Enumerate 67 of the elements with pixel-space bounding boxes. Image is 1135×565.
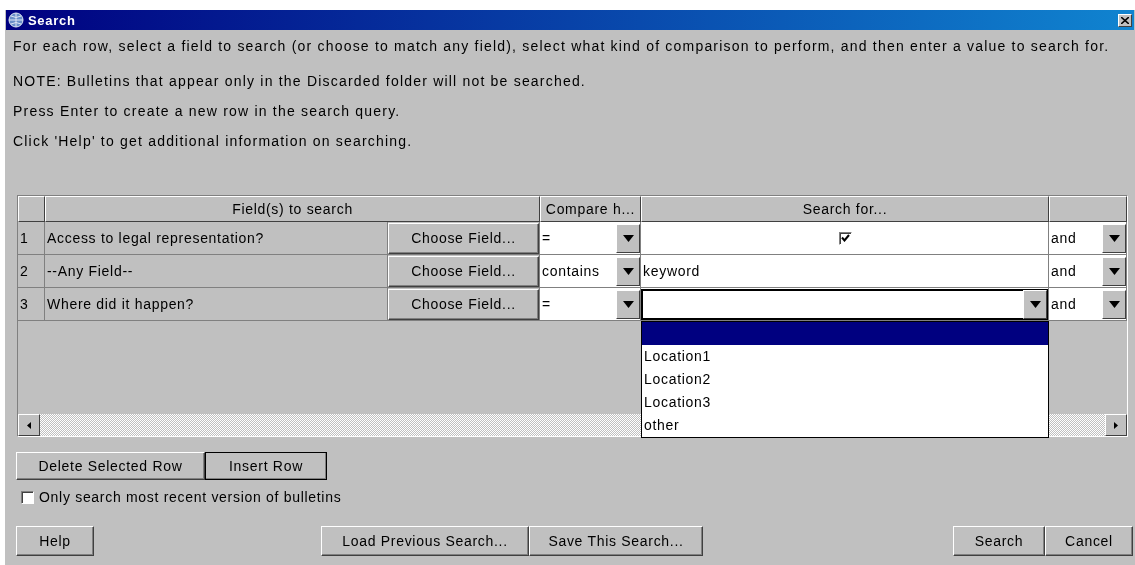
dropdown-value: and (1050, 263, 1078, 279)
connector-dropdown[interactable]: and (1049, 255, 1126, 287)
help-button[interactable]: Help (16, 526, 94, 556)
left-arrow-icon (27, 421, 31, 429)
header-cell (18, 196, 45, 222)
caret-icon (1108, 267, 1120, 275)
table-cell: --Any Field-- (45, 255, 388, 288)
connector-dropdown[interactable]: and (1049, 288, 1126, 320)
caret-icon (1108, 234, 1120, 242)
dropdown-value: contains (541, 263, 601, 279)
row-number: 1 (18, 222, 45, 255)
close-icon (1121, 16, 1129, 24)
choose-field-button[interactable]: Choose Field... (388, 222, 539, 254)
row-number: 2 (18, 255, 45, 288)
right-arrow-icon (1114, 421, 1118, 429)
dropdown-button[interactable] (616, 289, 640, 319)
compare-dropdown[interactable]: contains (540, 255, 640, 287)
dropdown-button[interactable] (1102, 256, 1126, 286)
globe-icon (8, 12, 24, 28)
window-title: Search (28, 12, 77, 28)
checkbox-label: Only search most recent version of bulletins (39, 489, 342, 505)
dropdown-option[interactable]: Location2 (642, 368, 1048, 391)
dropdown-value: and (1050, 230, 1078, 246)
dropdown-button[interactable] (1023, 289, 1047, 319)
column-header: Field(s) to search (45, 196, 540, 222)
table-cell: Access to legal representation? (45, 222, 388, 255)
save-search-button[interactable]: Save This Search... (529, 526, 703, 556)
scroll-right-button[interactable] (1105, 414, 1127, 436)
checkbox[interactable] (21, 490, 34, 504)
choose-field-button[interactable]: Choose Field... (388, 288, 539, 320)
column-header: Compare h... (540, 196, 641, 222)
load-search-button[interactable]: Load Previous Search... (321, 526, 529, 556)
caret-icon (1108, 300, 1120, 308)
caret-icon (622, 300, 634, 308)
instruction-text: For each row, select a field to search (or choose to match any field), select what kind of comparison to perform, and then enter a value to search for. (13, 39, 1111, 54)
column-header: Search for... (641, 196, 1049, 222)
dropdown-button[interactable] (616, 256, 640, 286)
compare-dropdown[interactable]: = (540, 222, 640, 254)
dropdown-value: and (1050, 296, 1078, 312)
caret-icon (1029, 300, 1041, 308)
instruction-text: NOTE: Bulletins that appear only in the Discarded folder will not be searched. (13, 74, 587, 89)
search-button[interactable]: Search (953, 526, 1045, 556)
dropdown-button[interactable] (1102, 223, 1126, 253)
cancel-button[interactable]: Cancel (1045, 526, 1133, 556)
row-number: 3 (18, 288, 45, 321)
compare-dropdown[interactable]: = (540, 288, 640, 320)
value-dropdown[interactable] (641, 288, 1048, 320)
dropdown-button[interactable] (616, 223, 640, 253)
dropdown-option[interactable]: Location3 (642, 391, 1048, 414)
dropdown-button[interactable] (1102, 289, 1126, 319)
checkmark-icon (841, 234, 850, 242)
dropdown-option[interactable]: other (642, 414, 1048, 437)
caret-icon (622, 267, 634, 275)
delete-row-button[interactable]: Delete Selected Row (16, 452, 205, 480)
insert-row-button[interactable]: Insert Row (205, 452, 327, 480)
table-cell: Where did it happen? (45, 288, 388, 321)
table-cell: keyword (641, 255, 1049, 288)
choose-field-button[interactable]: Choose Field... (388, 255, 539, 287)
connector-dropdown[interactable]: and (1049, 222, 1126, 254)
instruction-text: Click 'Help' to get additional information on searching. (13, 134, 414, 149)
scroll-left-button[interactable] (18, 414, 40, 436)
close-button[interactable] (1118, 13, 1132, 27)
caret-icon (622, 234, 634, 242)
instruction-text: Press Enter to create a new row in the search query. (13, 104, 402, 119)
dropdown-value: = (541, 230, 552, 246)
dropdown-value: = (541, 296, 552, 312)
dropdown-option[interactable]: Location1 (642, 345, 1048, 368)
